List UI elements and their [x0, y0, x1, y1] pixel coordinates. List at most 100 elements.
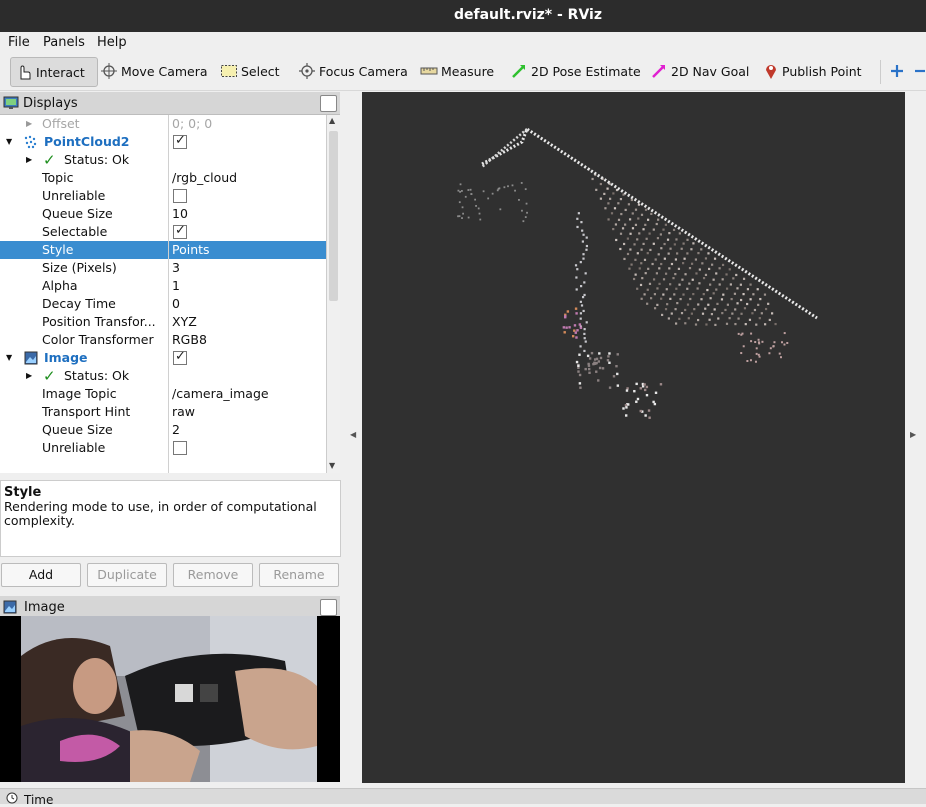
scroll-up-arrow-icon[interactable]: ▲: [329, 116, 335, 125]
image-panel-icon: [3, 600, 17, 614]
image-topic-label: Image Topic: [42, 386, 117, 401]
color-transformer-label: Color Transformer: [42, 332, 154, 347]
queue-size-value[interactable]: 10: [172, 205, 188, 223]
image-panel-float-toggle[interactable]: [320, 599, 337, 616]
panel-splitter[interactable]: ◀: [341, 92, 362, 783]
pointcloud2-enable-checkbox[interactable]: [173, 132, 187, 150]
duplicate-button[interactable]: Duplicate: [87, 563, 167, 587]
tree-row-image-queue-size[interactable]: Queue Size 2: [0, 421, 326, 439]
remove-tool-button[interactable]: [913, 57, 926, 85]
expand-arrow-icon[interactable]: ▶: [26, 151, 32, 169]
image-display-icon: [24, 351, 38, 365]
tree-row-decay-time[interactable]: Decay Time 0: [0, 295, 326, 313]
tree-row-transport-hint[interactable]: Transport Hint raw: [0, 403, 326, 421]
display-tree[interactable]: ▶ Offset 0; 0; 0 ▼ PointCloud2 ▶ ✓ Statu…: [0, 115, 327, 473]
image-queue-size-value[interactable]: 2: [172, 421, 180, 439]
clock-icon: [6, 792, 18, 804]
property-description: Style Rendering mode to use, in order of…: [0, 480, 341, 557]
tree-row-size-pixels[interactable]: Size (Pixels) 3: [0, 259, 326, 277]
alpha-value[interactable]: 1: [172, 277, 180, 295]
pose-estimate-tool-button[interactable]: 2D Pose Estimate: [510, 57, 641, 85]
toolbar: Interact Move Camera Select Focus Camera…: [0, 54, 926, 91]
map-pin-icon: [766, 65, 776, 79]
unreliable-label: Unreliable: [42, 188, 106, 203]
tree-row-image-topic[interactable]: Image Topic /camera_image: [0, 385, 326, 403]
menu-help[interactable]: Help: [97, 35, 127, 50]
move-camera-tool-button[interactable]: Move Camera: [100, 57, 208, 85]
tree-row-position-transformer[interactable]: Position Transfor... XYZ: [0, 313, 326, 331]
color-transformer-value[interactable]: RGB8: [172, 331, 207, 349]
tree-row-image-unreliable[interactable]: Unreliable: [0, 439, 326, 457]
add-tool-button[interactable]: [889, 57, 908, 85]
image-queue-size-label: Queue Size: [42, 422, 113, 437]
expand-arrow-icon[interactable]: ▶: [26, 367, 32, 385]
tree-row-image-status[interactable]: ▶ ✓ Status: Ok: [0, 367, 326, 385]
interact-tool-button[interactable]: Interact: [10, 57, 98, 87]
position-transformer-value[interactable]: XYZ: [172, 313, 197, 331]
position-transformer-label: Position Transfor...: [42, 314, 156, 329]
measure-tool-button[interactable]: Measure: [420, 57, 494, 85]
displays-panel-title: Displays: [23, 95, 78, 111]
tree-scrollbar[interactable]: ▲ ▼: [326, 115, 340, 473]
queue-size-label: Queue Size: [42, 206, 113, 221]
menu-panels[interactable]: Panels: [43, 35, 85, 50]
scrollbar-thumb[interactable]: [329, 131, 338, 301]
image-topic-value[interactable]: /camera_image: [172, 385, 269, 403]
tree-row-status[interactable]: ▶ ✓ Status: Ok: [0, 151, 326, 169]
expand-right-arrow-icon[interactable]: ▶: [910, 430, 916, 439]
select-box-icon: [221, 65, 237, 77]
remove-button[interactable]: Remove: [173, 563, 253, 587]
offset-value: 0; 0; 0: [172, 116, 213, 131]
select-tool-button[interactable]: Select: [220, 57, 280, 85]
size-pixels-value[interactable]: 3: [172, 259, 180, 277]
camera-feed-image: [0, 616, 340, 782]
decay-time-value[interactable]: 0: [172, 295, 180, 313]
column-divider[interactable]: [168, 115, 169, 473]
3d-render-viewport[interactable]: [362, 92, 905, 783]
right-panel-splitter[interactable]: ▶: [905, 92, 926, 783]
tree-row-topic[interactable]: Topic /rgb_cloud: [0, 169, 326, 187]
tree-row-color-transformer[interactable]: Color Transformer RGB8: [0, 331, 326, 349]
tree-row-style[interactable]: Style Points: [0, 241, 326, 259]
menu-file[interactable]: File: [8, 35, 30, 50]
camera-image-view: [0, 616, 340, 782]
displays-panel-header: Displays: [0, 92, 340, 115]
tree-row-pointcloud2[interactable]: ▼ PointCloud2: [0, 132, 326, 151]
displays-panel-float-toggle[interactable]: [320, 95, 337, 112]
tree-row-queue-size[interactable]: Queue Size 10: [0, 205, 326, 223]
topic-value[interactable]: /rgb_cloud: [172, 169, 237, 187]
status-label: Status: Ok: [64, 152, 130, 167]
scroll-down-arrow-icon[interactable]: ▼: [329, 461, 335, 470]
rename-button[interactable]: Rename: [259, 563, 339, 587]
transport-hint-label: Transport Hint: [42, 404, 131, 419]
topic-label: Topic: [42, 170, 74, 185]
size-pixels-label: Size (Pixels): [42, 260, 117, 275]
nav-goal-tool-button[interactable]: 2D Nav Goal: [650, 57, 749, 85]
magenta-arrow-icon: [652, 65, 665, 78]
style-value[interactable]: Points: [172, 241, 210, 259]
add-button[interactable]: Add: [1, 563, 81, 587]
image-enable-checkbox[interactable]: [173, 348, 187, 366]
tree-row-image[interactable]: ▼ Image: [0, 348, 326, 367]
tree-row-selectable[interactable]: Selectable: [0, 222, 326, 241]
expand-arrow-icon[interactable]: ▶: [26, 115, 32, 133]
select-label: Select: [241, 63, 280, 79]
tree-row-alpha[interactable]: Alpha 1: [0, 277, 326, 295]
measure-label: Measure: [441, 63, 495, 79]
hand-pointer-icon: [20, 65, 31, 80]
transport-hint-value[interactable]: raw: [172, 403, 195, 421]
minus-icon: [915, 69, 925, 73]
tree-row-offset[interactable]: ▶ Offset 0; 0; 0: [0, 115, 326, 133]
focus-camera-tool-button[interactable]: Focus Camera: [298, 57, 408, 85]
unreliable-checkbox[interactable]: [173, 189, 187, 203]
plus-icon: [891, 65, 903, 77]
green-arrow-icon: [512, 65, 525, 78]
collapse-arrow-icon[interactable]: ▼: [6, 349, 12, 367]
collapse-left-arrow-icon[interactable]: ◀: [350, 430, 356, 439]
collapse-arrow-icon[interactable]: ▼: [6, 133, 12, 151]
tree-row-unreliable[interactable]: Unreliable: [0, 187, 326, 205]
status-ok-check-icon: ✓: [43, 151, 56, 169]
selectable-checkbox[interactable]: [173, 222, 187, 240]
image-unreliable-checkbox[interactable]: [173, 441, 187, 455]
publish-point-tool-button[interactable]: Publish Point: [763, 57, 862, 85]
